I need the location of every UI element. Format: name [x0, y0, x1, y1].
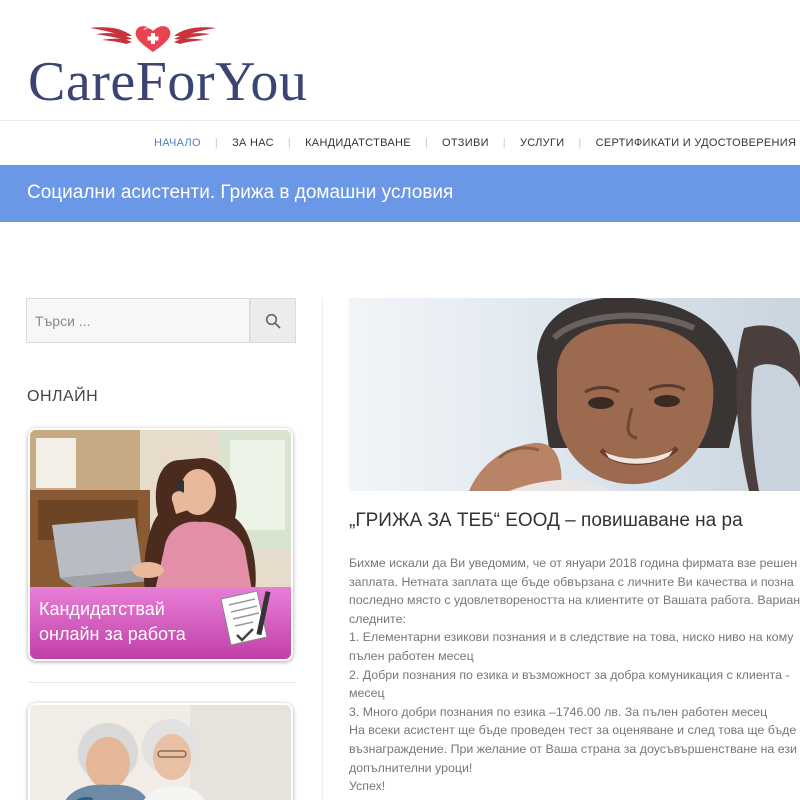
document-pen-icon [220, 590, 271, 646]
post-line: последно място с удовлетвореността на кл… [349, 593, 800, 608]
post-line: 2. Добри познания по езика и възможност … [349, 667, 790, 682]
woman-on-phone-photo [30, 430, 291, 591]
page-title: Социални асистенти. Грижа в домашни усло… [27, 182, 454, 203]
post-line: Успех! [349, 779, 386, 794]
post-line: Бихме искали да Ви уведомим, че от януар… [349, 556, 798, 570]
page-banner: Социални асистенти. Грижа в домашни усло… [0, 165, 800, 222]
apply-online-label: Кандидатствай онлайн за работа [30, 587, 291, 659]
widget-title: ОНЛАЙН [27, 388, 99, 405]
post-title[interactable]: „ГРИЖА ЗА ТЕБ“ ЕООД – повишаване на ра [349, 510, 743, 532]
post-line: 1. Елементарни езикови познания и в след… [349, 630, 794, 645]
nav-item-reviews[interactable]: ОТЗИВИ | [428, 137, 506, 149]
post-line: възнаграждение. При желание от Ваша стра… [349, 741, 797, 756]
elderly-couple-photo [30, 705, 291, 800]
post-body: Бихме искали да Ви уведомим, че от януар… [349, 554, 800, 796]
post-line: 3. Много добри познания по езика –1746.0… [349, 704, 768, 719]
search-input[interactable] [26, 298, 250, 343]
post-line: допълнителни уроци! [349, 760, 473, 775]
search-icon [265, 313, 281, 328]
featured-image[interactable] [349, 298, 800, 491]
post-line: заплата. Нетната заплата ще бъде обвърза… [349, 574, 794, 589]
apply-online-banner[interactable]: Кандидатствай онлайн за работа [28, 428, 293, 661]
post-line: месец [349, 686, 385, 701]
nav-item-about[interactable]: ЗА НАС | [218, 137, 291, 149]
nav-item-services[interactable]: УСЛУГИ | [506, 137, 582, 149]
nav-item-certificates[interactable]: СЕРТИФИКАТИ И УДОСТОВЕРЕНИЯ [582, 137, 800, 149]
post-line: На всеки асистент ще бъде проведен тест … [349, 723, 797, 738]
main-navigation: НАЧАЛО | ЗА НАС | КАНДИДАТСТВАНЕ | ОТЗИВИ | … [0, 120, 800, 164]
search-form [26, 298, 296, 343]
post-line: следните: [349, 611, 406, 626]
site-logo[interactable]: CareForYou [28, 22, 388, 122]
sidebar-divider [28, 682, 296, 683]
post-line: пълен работен месец [349, 648, 474, 663]
nav-item-apply[interactable]: КАНДИДАТСТВАНЕ | [291, 137, 428, 149]
column-divider [322, 298, 323, 800]
search-button[interactable] [250, 298, 296, 343]
nav-item-home[interactable]: НАЧАЛО | [140, 137, 218, 149]
logo-text: CareForYou [28, 51, 308, 113]
elderly-couple-banner[interactable] [28, 703, 293, 800]
elderly-woman-photo [349, 298, 800, 491]
